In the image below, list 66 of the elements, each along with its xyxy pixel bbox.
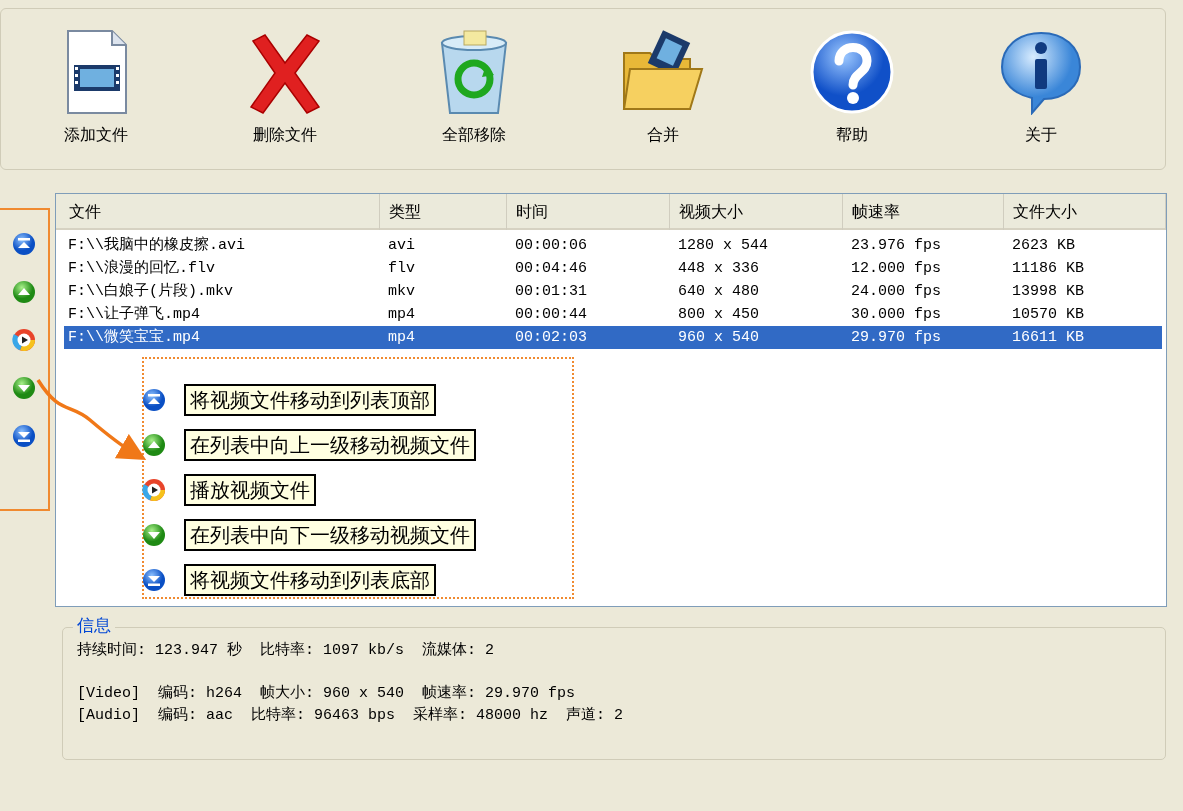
table-cell-text: mkv [388, 282, 416, 302]
toolbar-button[interactable]: 删除文件 [190, 9, 379, 169]
column-header[interactable]: 文件 [60, 194, 380, 230]
table-row[interactable]: F:\\微笑宝宝.mp4 mp4 00:02:03 960 x 540 29.970 fps 16611 KB [64, 326, 1162, 349]
table-cell-text: avi [388, 236, 416, 256]
table-cell-text: F:\\微笑宝宝.mp4 [68, 327, 201, 348]
move-top-icon [142, 388, 166, 412]
table-cell-text: 00:00:44 [515, 305, 588, 325]
toolbar-button[interactable]: 全部移除 [379, 9, 568, 169]
move-down-icon[interactable] [12, 376, 36, 400]
table-row[interactable]: F:\\浪漫的回忆.flv flv 00:04:46 448 x 336 12.000 fps 11186 KB [64, 257, 1162, 280]
toolbar-button[interactable]: 添加文件 [1, 9, 190, 169]
table-cell-text: F:\\浪漫的回忆.flv [68, 258, 216, 279]
table-cell-text: 960 x 540 [678, 328, 760, 348]
table-cell-text: 2623 KB [1012, 236, 1076, 256]
move-up-icon [142, 433, 166, 457]
table-cell-text: F:\\让子弹飞.mp4 [68, 304, 201, 325]
table-row[interactable]: F:\\我脑中的橡皮擦.avi avi 00:00:06 1280 x 544 23.976 fps 2623 KB [64, 234, 1162, 257]
legend-label: 在列表中向下一级移动视频文件 [184, 519, 476, 551]
table-row[interactable]: F:\\让子弹飞.mp4 mp4 00:00:44 800 x 450 30.000 fps 10570 KB [64, 303, 1162, 326]
toolbar-button[interactable]: 合并 [568, 9, 757, 169]
table-cell-text: 16611 KB [1012, 328, 1085, 348]
column-header[interactable]: 视频大小 [670, 194, 843, 230]
table-cell-text: 640 x 480 [678, 282, 760, 302]
move-top-icon[interactable] [12, 232, 36, 256]
legend-label: 将视频文件移动到列表底部 [184, 564, 436, 596]
table-cell-text: 30.000 fps [851, 305, 942, 325]
table-cell-text: 23.976 fps [851, 236, 942, 256]
table-cell-text: F:\\白娘子(片段).mkv [68, 281, 234, 302]
toolbar-button[interactable]: 关于 [946, 9, 1135, 169]
table-cell-text: 00:04:46 [515, 259, 588, 279]
help-icon [808, 29, 895, 115]
table-cell-text: 00:01:31 [515, 282, 588, 302]
table-cell-text: 24.000 fps [851, 282, 942, 302]
table-cell-text: flv [388, 259, 416, 279]
column-header[interactable]: 帧速率 [843, 194, 1004, 230]
table-cell-text: 448 x 336 [678, 259, 760, 279]
table-row[interactable]: F:\\白娘子(片段).mkv mkv 00:01:31 640 x 480 24.000 fps 13998 KB [64, 280, 1162, 303]
table-cell-text: 10570 KB [1012, 305, 1085, 325]
table-cell-text: F:\\我脑中的橡皮擦.avi [68, 235, 246, 256]
table-cell-text: mp4 [388, 328, 416, 348]
move-bottom-icon [142, 568, 166, 592]
table-cell-text: 12.000 fps [851, 259, 942, 279]
table-cell-text: 13998 KB [1012, 282, 1085, 302]
move-up-icon[interactable] [12, 280, 36, 304]
play-icon[interactable] [12, 328, 36, 352]
table-cell-text: 00:02:03 [515, 328, 588, 348]
table-cell-text: 00:00:06 [515, 236, 588, 256]
table-cell-text: 11186 KB [1012, 259, 1085, 279]
table-cell-text: mp4 [388, 305, 416, 325]
column-header[interactable]: 时间 [507, 194, 670, 230]
info-text: [Audio] 编码: aac 比特率: 96463 bps 采样率: 48000 hz 声道: 2 [77, 705, 625, 726]
move-down-icon [142, 523, 166, 547]
toolbar-button[interactable]: 帮助 [757, 9, 946, 169]
table-cell-text: 1280 x 544 [678, 236, 769, 256]
legend-label: 在列表中向上一级移动视频文件 [184, 429, 476, 461]
legend-label: 将视频文件移动到列表顶部 [184, 384, 436, 416]
legend-label: 播放视频文件 [184, 474, 316, 506]
move-bottom-icon[interactable] [12, 424, 36, 448]
column-header[interactable]: 类型 [380, 194, 507, 230]
play-icon [142, 478, 166, 502]
table-cell-text: 800 x 450 [678, 305, 760, 325]
column-header[interactable]: 文件大小 [1004, 194, 1166, 230]
info-text: [Video] 编码: h264 帧大小: 960 x 540 帧速率: 29.970 fps [77, 683, 577, 704]
table-cell-text: 29.970 fps [851, 328, 942, 348]
info-text: 持续时间: 123.947 秒 比特率: 1097 kb/s 流媒体: 2 [77, 640, 496, 661]
